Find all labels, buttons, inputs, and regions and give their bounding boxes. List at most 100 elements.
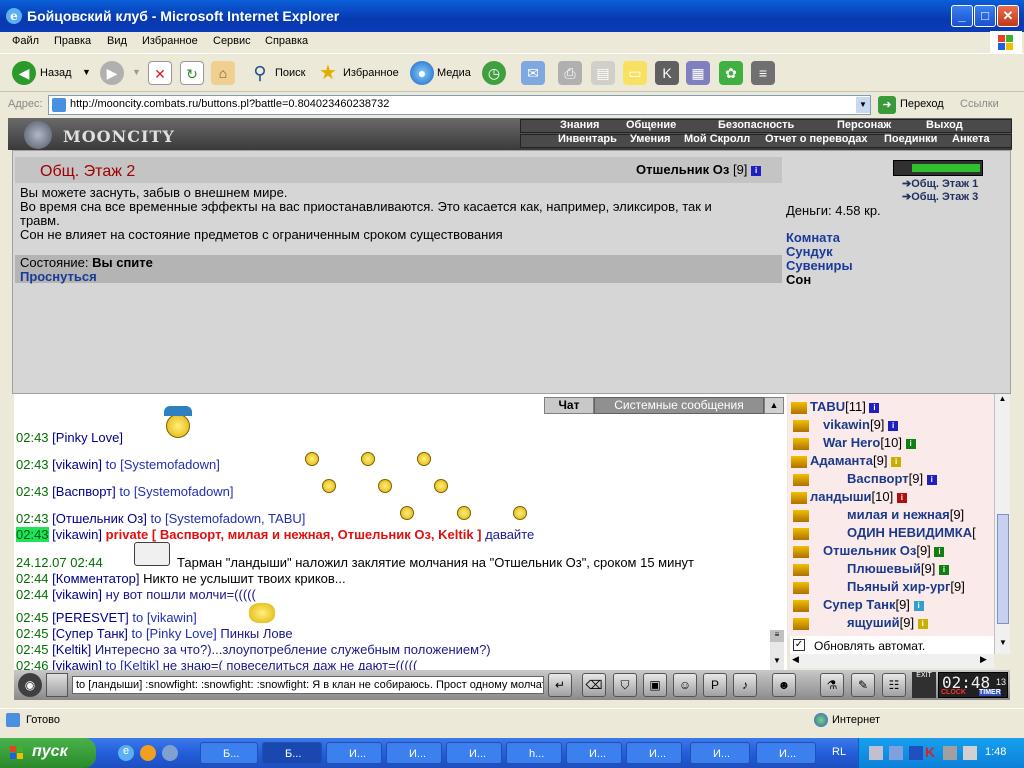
menu-file[interactable]: Файл [12,35,39,47]
user-row[interactable]: милая и нежная[9] [847,507,964,522]
nav-skills[interactable]: Умения [630,133,670,145]
translit-icon[interactable]: P [703,673,727,697]
exit-button[interactable]: EXIT [912,672,936,698]
history-icon[interactable]: ◷ [482,61,506,85]
task-button[interactable]: И... [326,742,382,764]
tab-chat[interactable]: Чат [544,397,594,414]
potion-icon[interactable]: ⚗ [820,673,844,697]
wake-up-link[interactable]: Проснуться [20,269,97,284]
chat-nick[interactable]: [Keltik] [52,642,91,657]
search-icon[interactable]: ⚲ [248,61,272,85]
user-row[interactable]: vikawin[9] i [823,417,899,432]
chat-nick[interactable]: [PERESVET] [52,610,129,625]
back-dropdown-icon[interactable]: ▼ [82,67,91,77]
filter-icon[interactable]: ⛉ [613,673,637,697]
stop-icon[interactable]: ✕ [148,61,172,85]
icq-flower-icon[interactable]: ✿ [719,61,743,85]
task-button[interactable]: И... [690,742,750,764]
close-button[interactable]: ✕ [997,5,1019,27]
smiley-button-icon[interactable]: ☻ [772,673,796,697]
link-souvenirs[interactable]: Сувениры [786,258,853,273]
nav-communication[interactable]: Общение [626,119,676,131]
scroll-right-icon[interactable]: ▶ [980,654,987,665]
user-row[interactable]: Пьяный хир-ург[9] [847,579,965,594]
auto-refresh-checkbox[interactable]: ✓ [793,639,805,651]
scroll-up-icon[interactable]: ▲ [995,394,1010,403]
nav-transfers-report[interactable]: Отчет о переводах [765,133,868,145]
back-arrow-icon[interactable]: ◀ [12,61,36,85]
menu-favorites[interactable]: Избранное [142,35,198,47]
chat-nick[interactable]: [Pinky Love] [52,430,123,445]
back-button-label[interactable]: Назад [40,67,72,79]
address-dropdown-icon[interactable]: ▼ [856,97,870,113]
music-icon[interactable]: ♪ [733,673,757,697]
task-button[interactable]: И... [756,742,816,764]
chat-nick[interactable]: [vikawin] [52,527,102,542]
address-url[interactable]: http://mooncity.combats.ru/buttons.pl?ba… [70,98,389,110]
task-button[interactable]: h... [506,742,562,764]
home-icon[interactable]: ⌂ [211,61,235,85]
quicklaunch-ie-icon[interactable]: e [118,745,134,761]
nav-knowledge[interactable]: Знания [560,119,599,131]
tray-app-icon[interactable] [909,746,923,760]
scroll-thumb[interactable] [997,514,1009,624]
edit-icon[interactable]: ▤ [591,61,615,85]
eraser-icon[interactable]: ⌫ [582,673,606,697]
nav-profile[interactable]: Анкета [952,133,990,145]
research-icon[interactable]: ▦ [686,61,710,85]
links-label[interactable]: Ссылки [960,98,999,110]
media-icon[interactable]: ● [410,61,434,85]
chat-nick[interactable]: [vikawin] [52,457,102,472]
chat-input[interactable]: to [ландыши] :snowfight: :snowfight: :sn… [72,676,544,694]
chat-nick[interactable]: [vikawin] [52,587,102,602]
go-button-label[interactable]: Переход [900,98,944,110]
note-icon[interactable]: ▭ [623,61,647,85]
user-row[interactable]: ландыши[10] i [791,489,907,504]
forward-arrow-icon[interactable]: ▶ [100,61,124,85]
scroll-down-icon[interactable]: ▼ [999,638,1007,647]
nav-my-scroll[interactable]: Мой Скролл [684,133,750,145]
nav-duels[interactable]: Поединки [884,133,937,145]
users-scrollbar[interactable]: ▲ ▼ [994,394,1010,654]
scroll-thumb[interactable]: ≡ [770,630,784,642]
info-icon[interactable]: i [751,165,762,176]
tray-monitor-icon[interactable] [889,746,903,760]
forward-dropdown-icon[interactable]: ▼ [132,67,141,77]
tray-k-icon[interactable]: K [925,744,935,760]
refresh-icon[interactable]: ↻ [180,61,204,85]
user-row[interactable]: ящуший[9] i [847,615,928,630]
chat-collapse-icon[interactable]: ▲ [764,397,784,414]
user-row[interactable]: War Hero[10] i [823,435,916,450]
link-room[interactable]: Комната [786,230,840,245]
chat-scrollbar[interactable]: ≡ ▼ [770,630,784,670]
menu-view[interactable]: Вид [107,35,127,47]
task-button[interactable]: И... [626,742,682,764]
nav-security[interactable]: Безопасность [718,119,794,131]
favorites-button-label[interactable]: Избранное [343,67,399,79]
speaker-icon[interactable]: ◉ [18,673,42,697]
quicklaunch-app-icon[interactable] [162,745,178,761]
search-button-label[interactable]: Поиск [275,67,305,79]
language-indicator[interactable]: RL [832,746,846,758]
nav-exit[interactable]: Выход [926,119,963,131]
user-row[interactable]: Васпворт[9] i [847,471,937,486]
send-icon[interactable]: ↵ [548,673,572,697]
scroll-left-icon[interactable]: ◀ [792,654,799,665]
task-button[interactable]: И... [566,742,622,764]
nav-character[interactable]: Персонаж [837,119,891,131]
user-row[interactable]: Адаманта[9] i [791,453,902,468]
users-hscrollbar[interactable]: ◀ ▶ [790,654,994,668]
menu-tools[interactable]: Сервис [213,35,251,47]
go-arrow-icon[interactable]: ➜ [878,96,896,114]
nav-inventory[interactable]: Инвентарь [558,133,617,145]
minimize-button[interactable]: _ [951,5,973,27]
mail-icon[interactable]: ✉ [521,61,545,85]
messenger-icon[interactable]: ≡ [751,61,775,85]
print-icon[interactable]: ⎙ [558,61,582,85]
room-owner-name[interactable]: Отшельник Оз [636,162,729,177]
user-row[interactable]: Плюшевый[9] i [847,561,949,576]
chat-nick[interactable]: [vikawin] [52,658,102,670]
smiles-button[interactable] [46,673,68,697]
users-icon[interactable]: ☷ [882,673,906,697]
user-row[interactable]: Супер Танк[9] i [823,597,924,612]
